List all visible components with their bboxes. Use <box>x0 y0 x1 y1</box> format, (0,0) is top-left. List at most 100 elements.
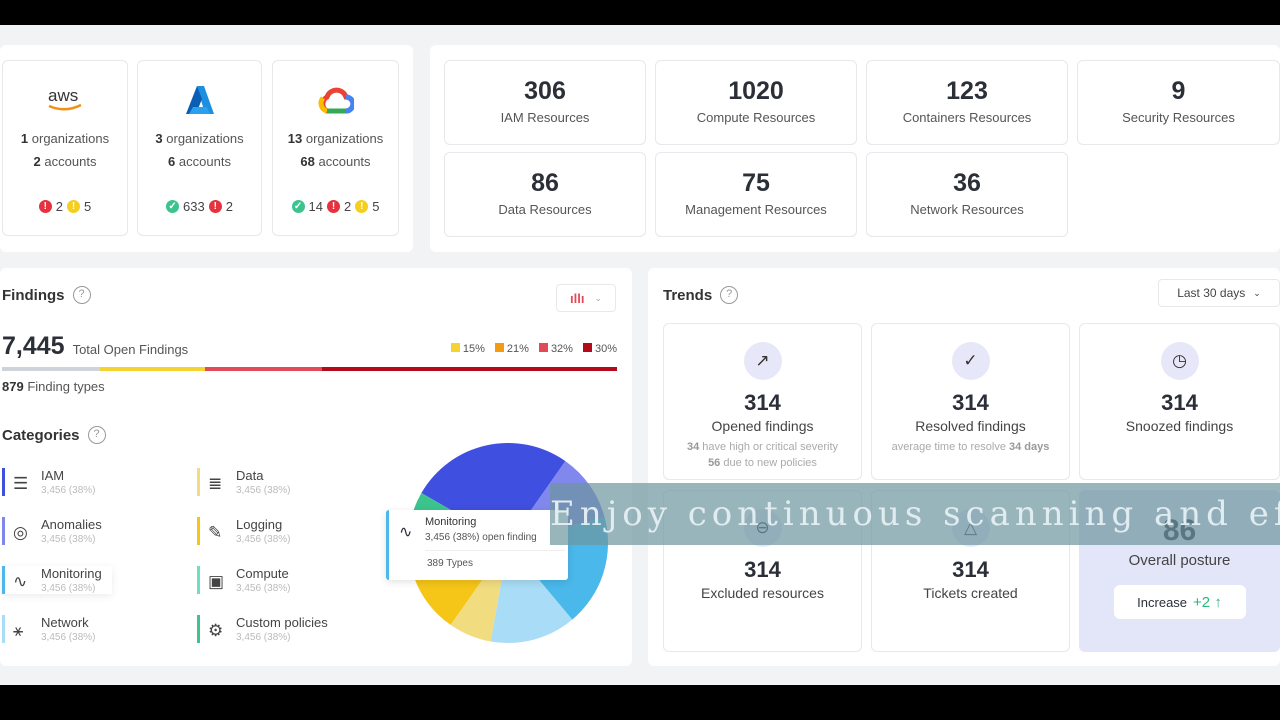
legend-item: 30% <box>582 343 617 355</box>
trends-title: Trends <box>663 286 713 304</box>
resource-card-network[interactable]: 36 Network Resources <box>866 152 1068 237</box>
trend-card-resolved-findings[interactable]: ✓ 314 Resolved findings average time to res… <box>871 323 1070 480</box>
edit-log-icon: ✎ <box>208 523 223 542</box>
legend-item: 32% <box>538 343 573 355</box>
category-compute[interactable]: ▣ Compute 3,456 (38%) <box>197 566 290 594</box>
chevron-down-icon: ⌄ <box>1253 287 1261 298</box>
provider-card-aws[interactable]: aws 1 organizations 2 accounts ! 2! 5 <box>2 60 128 236</box>
account-count: 2 <box>33 154 41 169</box>
types-label: Finding types <box>27 379 105 394</box>
ok-icon: ✓ <box>291 200 305 213</box>
category-monitoring[interactable]: ∿ Monitoring 3,456 (38%) <box>2 566 112 594</box>
severity-bar <box>2 367 617 371</box>
category-logging[interactable]: ✎ Logging 3,456 (38%) <box>197 517 290 545</box>
categories-title: Categories <box>2 426 80 444</box>
resource-card-compute[interactable]: 1020 Compute Resources <box>655 60 857 145</box>
category-data[interactable]: ≣ Data 3,456 (38%) <box>197 468 290 496</box>
category-name: Anomalies <box>41 517 102 532</box>
gear-shield-icon: ⚙ <box>208 621 224 640</box>
trend-label: Excluded resources <box>701 585 824 601</box>
category-value: 3,456 (38%) <box>41 485 96 496</box>
category-name: Data <box>236 468 264 483</box>
trend-label: Snoozed findings <box>1125 418 1234 434</box>
provider-card-azure[interactable]: 3 organizations 6 accounts ✓ 633! 2 <box>137 60 262 236</box>
video-subtitle-overlay: Enjoy continuous scanning and effo <box>550 483 1280 545</box>
categories-header: Categories? <box>2 426 106 444</box>
total-count: 7,445 <box>2 332 65 360</box>
help-icon[interactable]: ? <box>720 286 739 304</box>
resource-count: 123 <box>946 77 988 105</box>
findings-panel: Findings? ıllı ⌄ 7,445 Total Open Findings… <box>0 268 632 666</box>
tooltip-title: Monitoring <box>425 516 477 528</box>
resource-card-iam[interactable]: 306 IAM Resources <box>444 60 646 145</box>
check-circle-icon: ✓ <box>951 342 990 380</box>
bar-segment-low <box>100 367 205 371</box>
category-name: IAM <box>41 468 65 483</box>
legend-label: 32% <box>550 343 573 355</box>
category-value: 3,456 (38%) <box>41 583 96 594</box>
resource-card-data[interactable]: 86 Data Resources <box>444 152 646 237</box>
help-icon[interactable]: ? <box>87 426 106 444</box>
findings-header: Findings? <box>2 286 91 304</box>
azure-logo-icon <box>138 79 261 121</box>
legend-swatch <box>538 343 548 352</box>
legend-swatch <box>450 343 460 352</box>
date-range-value: Last 30 days <box>1177 286 1246 300</box>
bar-chart-icon: ıllı <box>570 290 585 306</box>
chip-icon: ▣ <box>208 572 225 591</box>
resource-count: 1020 <box>728 77 784 105</box>
category-anomalies[interactable]: ◎ Anomalies 3,456 (38%) <box>2 517 102 545</box>
category-name: Custom policies <box>236 615 328 630</box>
legend-item: 21% <box>494 343 529 355</box>
chart-type-dropdown[interactable]: ıllı ⌄ <box>556 284 616 312</box>
bar-segment-high <box>204 367 322 371</box>
trends-header: Trends? <box>663 286 739 304</box>
org-count: 1 <box>20 131 29 146</box>
error-count: 2 <box>55 199 63 214</box>
trend-count: 314 <box>1161 390 1198 415</box>
date-range-select[interactable]: Last 30 days ⌄ <box>1158 279 1280 307</box>
org-label: organizations <box>31 131 110 146</box>
legend-label: 15% <box>462 343 485 355</box>
account-count: 68 <box>300 154 315 169</box>
error-count: 2 <box>225 199 233 214</box>
trend-card-opened-findings[interactable]: ↗ 314 Opened findings 34 have high or criti… <box>663 323 862 480</box>
dashboard: aws 1 organizations 2 accounts ! 2! 5 3 or… <box>0 25 1280 685</box>
tooltip-detail: 3,456 (38%) open finding <box>425 532 537 543</box>
resource-card-security[interactable]: 9 Security Resources <box>1077 60 1280 145</box>
resource-label: Containers Resources <box>902 110 1032 125</box>
help-icon[interactable]: ? <box>72 286 91 304</box>
category-network[interactable]: ⚹ Network 3,456 (38%) <box>2 615 95 643</box>
svg-text:aws: aws <box>48 86 78 105</box>
trend-label: Tickets created <box>923 585 1018 601</box>
types-count: 879 <box>2 379 24 394</box>
error-icon: ! <box>327 200 340 213</box>
trend-card-snoozed-findings[interactable]: ◷ 314 Snoozed findings <box>1079 323 1280 480</box>
category-name: Logging <box>236 517 283 532</box>
error-icon: ! <box>208 200 222 213</box>
resource-count: 9 <box>1171 77 1186 105</box>
resource-card-management[interactable]: 75 Management Resources <box>655 152 857 237</box>
category-value: 3,456 (38%) <box>236 485 291 496</box>
total-findings: 7,445 Total Open Findings <box>2 332 188 361</box>
google-cloud-logo-icon <box>273 79 398 121</box>
category-value: 3,456 (38%) <box>236 583 291 594</box>
divider <box>425 550 565 551</box>
trend-label: Opened findings <box>711 418 814 434</box>
ok-count: 14 <box>308 199 323 214</box>
cloud-providers-panel: aws 1 organizations 2 accounts ! 2! 5 3 or… <box>0 45 413 252</box>
resource-count: 86 <box>531 169 559 197</box>
clock-icon: ◷ <box>1160 342 1199 380</box>
pulse-icon: ∿ <box>399 524 413 541</box>
resource-count: 306 <box>524 77 566 105</box>
trend-count: 314 <box>744 557 781 582</box>
resource-card-containers[interactable]: 123 Containers Resources <box>866 60 1068 145</box>
category-iam[interactable]: ☰ IAM 3,456 (38%) <box>2 468 95 496</box>
provider-card-gcp[interactable]: 13 organizations 68 accounts ✓ 14! 2! 5 <box>272 60 399 236</box>
fingerprint-icon: ☰ <box>13 474 29 493</box>
change-value: +2 ↑ <box>1193 593 1222 611</box>
legend-item: 15% <box>450 343 485 355</box>
resource-label: Network Resources <box>910 202 1024 217</box>
trending-up-icon: ↗ <box>743 342 782 380</box>
category-custom-policies[interactable]: ⚙ Custom policies 3,456 (38%) <box>197 615 328 643</box>
